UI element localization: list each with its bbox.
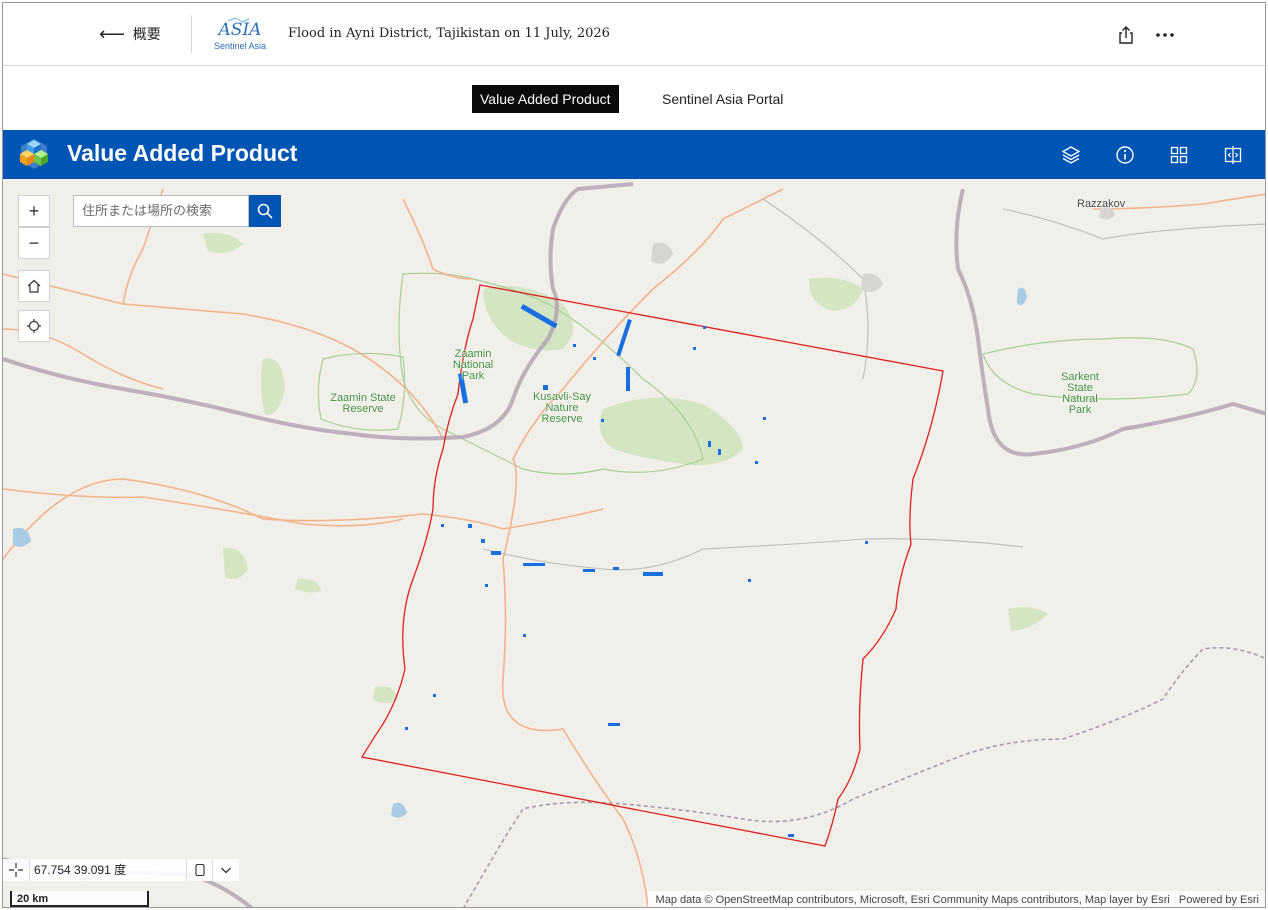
map-view[interactable]: Razzakov Zaamin National Park Zaamin State… xyxy=(3,179,1265,907)
ellipsis-icon xyxy=(1156,33,1174,37)
home-button[interactable] xyxy=(18,270,50,302)
tab-sentinel-asia-portal[interactable]: Sentinel Asia Portal xyxy=(654,85,791,113)
copy-icon xyxy=(194,863,205,877)
aoi-boundary xyxy=(360,284,944,847)
locate-button[interactable] xyxy=(18,310,50,342)
country-borders xyxy=(3,182,1265,907)
zoom-in-icon: + xyxy=(28,200,40,221)
share-button[interactable] xyxy=(1115,24,1137,46)
swipe-compare-button[interactable] xyxy=(1222,144,1244,166)
scale-bar: 20 km xyxy=(10,891,149,907)
layers-button[interactable] xyxy=(1060,144,1082,166)
logo-text: Sentinel Asia xyxy=(214,41,266,51)
search-icon xyxy=(257,203,273,219)
more-options-button[interactable] xyxy=(1153,24,1177,46)
chevron-down-icon xyxy=(221,867,231,874)
svg-text:ASIA: ASIA xyxy=(217,20,262,40)
story-header: ⟵ 概要 ASIA Sentinel Asia Flood in Ayni Di… xyxy=(3,3,1265,66)
app-frame: ⟵ 概要 ASIA Sentinel Asia Flood in Ayni Di… xyxy=(2,2,1266,908)
arrow-left-icon: ⟵ xyxy=(99,24,125,44)
coordinate-readout: 67.754 39.091 度 xyxy=(29,859,187,881)
coordinate-conversion-widget: 67.754 39.091 度 xyxy=(3,859,239,881)
park-areas xyxy=(203,232,1048,703)
locate-icon xyxy=(27,319,41,333)
search-button[interactable] xyxy=(249,195,281,227)
back-label: 概要 xyxy=(132,26,161,42)
story-tab-bar: Value Added Product Sentinel Asia Portal xyxy=(3,67,1265,130)
info-icon xyxy=(1116,146,1134,164)
zoom-in-button[interactable]: + xyxy=(18,195,50,227)
basemap-layer xyxy=(3,182,1265,907)
info-button[interactable] xyxy=(1114,144,1136,166)
admin-border xyxy=(463,646,1265,907)
back-to-overview-link[interactable]: ⟵ 概要 xyxy=(99,23,161,45)
zoom-out-button[interactable]: − xyxy=(18,227,50,259)
park-label-zaamin-state-reserve: Zaamin State Reserve xyxy=(330,392,396,415)
coordinate-format-dropdown[interactable] xyxy=(213,859,239,881)
home-icon xyxy=(27,279,41,293)
basemap-gallery-button[interactable] xyxy=(1168,144,1190,166)
swipe-compare-icon xyxy=(1224,146,1242,164)
sentinel-asia-logo: ASIA Sentinel Asia xyxy=(209,15,271,55)
basemap-gallery-icon xyxy=(1170,146,1188,164)
attribution-text: Map data © OpenStreetMap contributors, M… xyxy=(655,894,1170,906)
app-header-bar: Value Added Product xyxy=(3,130,1265,179)
app-cubes-logo-icon xyxy=(15,136,53,174)
minor-roads xyxy=(482,198,1265,571)
app-title: Value Added Product xyxy=(67,140,298,166)
flood-detections xyxy=(405,303,868,837)
park-label-sarkent-state-natural-park: Sarkent State Natural Park xyxy=(1061,371,1099,416)
park-label-kusavli-say-nature-reserve: Kusavli-Say Nature Reserve xyxy=(532,391,592,425)
copy-coordinates-button[interactable] xyxy=(187,859,213,881)
story-title: Flood in Ayni District, Tajikistan on 11… xyxy=(288,26,610,41)
crosshair-icon xyxy=(9,863,23,877)
place-label-razzakov: Razzakov xyxy=(1077,198,1126,210)
powered-by-esri[interactable]: Powered by Esri xyxy=(1179,894,1259,906)
roads xyxy=(3,188,1265,907)
search-input[interactable] xyxy=(73,195,249,227)
share-icon xyxy=(1119,26,1133,44)
tab-value-added-product[interactable]: Value Added Product xyxy=(472,85,619,113)
map-attribution[interactable]: Map data © OpenStreetMap contributors, M… xyxy=(647,891,1265,907)
coordinate-capture-button[interactable] xyxy=(3,859,29,881)
header-divider xyxy=(191,15,192,53)
layers-icon xyxy=(1061,146,1081,164)
water-bodies xyxy=(13,287,1027,818)
zoom-out-icon: − xyxy=(28,232,40,253)
park-label-zaamin-national-park: Zaamin National Park xyxy=(452,348,494,382)
